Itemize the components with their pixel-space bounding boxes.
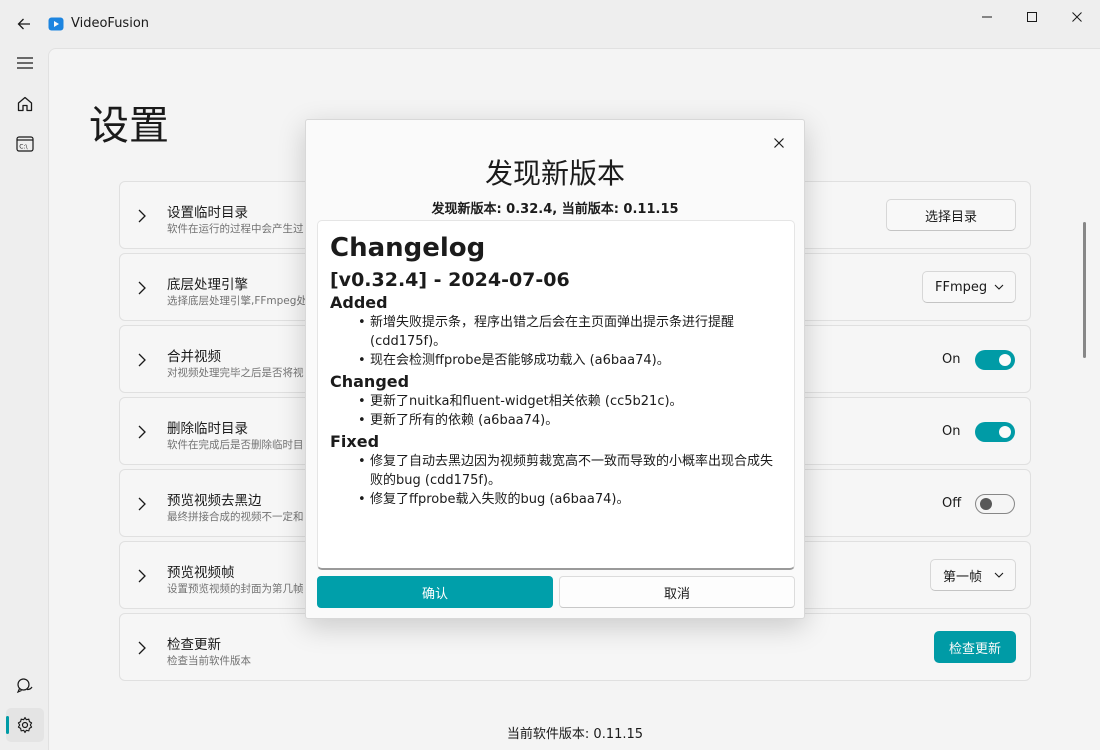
changelog-item: 新增失败提示条，程序出错之后会在主页面弹出提示条进行提醒 (cdd175f)。 bbox=[358, 313, 782, 351]
changelog-item: 现在会检测ffprobe是否能够成功载入 (a6baa74)。 bbox=[358, 351, 782, 370]
cancel-button[interactable]: 取消 bbox=[559, 576, 795, 608]
changelog-item: 修复了ffprobe载入失败的bug (a6baa74)。 bbox=[358, 490, 782, 509]
changelog-version-heading: [v0.32.4] - 2024-07-06 bbox=[330, 269, 570, 291]
dialog-subtitle: 发现新版本: 0.32.4, 当前版本: 0.11.15 bbox=[431, 202, 679, 217]
changelog-section-changed: Changed bbox=[330, 372, 410, 391]
changelog-list-added: 新增失败提示条，程序出错之后会在主页面弹出提示条进行提醒 (cdd175f)。 … bbox=[330, 313, 782, 370]
changelog-viewer[interactable]: Changelog [v0.32.4] - 2024-07-06 Added 新… bbox=[317, 220, 795, 570]
changelog-item: 更新了nuitka和fluent-widget相关依赖 (cc5b21c)。 bbox=[358, 392, 782, 411]
dialog-title: 发现新版本 bbox=[484, 157, 625, 190]
changelog-list-fixed: 修复了自动去黑边因为视频剪裁宽高不一致而导致的小概率出现合成失败的bug (cd… bbox=[330, 452, 782, 509]
changelog-heading: Changelog bbox=[330, 233, 486, 263]
changelog-section-added: Added bbox=[330, 293, 388, 312]
changelog-list-changed: 更新了nuitka和fluent-widget相关依赖 (cc5b21c)。 更… bbox=[330, 392, 782, 430]
changelog-item: 修复了自动去黑边因为视频剪裁宽高不一致而导致的小概率出现合成失败的bug (cd… bbox=[358, 452, 782, 490]
confirm-button[interactable]: 确认 bbox=[317, 576, 553, 608]
changelog-item: 更新了所有的依赖 (a6baa74)。 bbox=[358, 411, 782, 430]
update-dialog: 发现新版本 发现新版本: 0.32.4, 当前版本: 0.11.15 Chang… bbox=[305, 119, 805, 619]
close-icon bbox=[774, 138, 784, 148]
changelog-section-fixed: Fixed bbox=[330, 432, 380, 451]
